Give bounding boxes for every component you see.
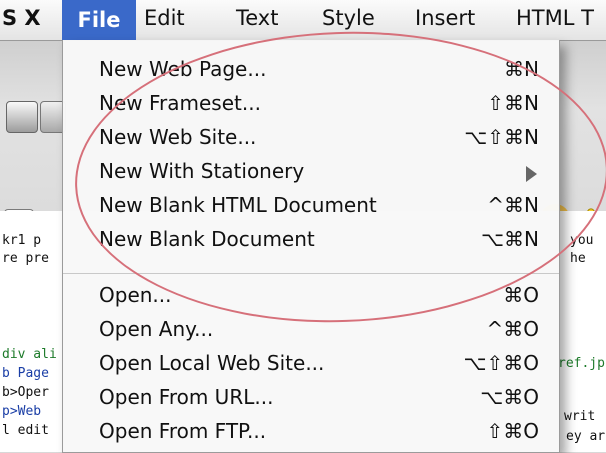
- menu-item-label: New With Stationery: [99, 159, 305, 183]
- code-line: you: [570, 233, 594, 248]
- menu-item-label: Open From URL...: [99, 385, 274, 409]
- menu-insert[interactable]: Insert: [415, 6, 475, 30]
- shortcut-label: ⌥⇧⌘N: [464, 125, 539, 149]
- shortcut-label: ⌥⌘N: [480, 227, 539, 251]
- menu-separator: [63, 273, 559, 274]
- menu-item-new-web-page[interactable]: New Web Page... ⌘N: [63, 54, 559, 88]
- menu-item-label: Open Local Web Site...: [99, 351, 325, 375]
- shortcut-label: ⌥⇧⌘O: [463, 351, 539, 375]
- menu-item-label: New Web Site...: [99, 125, 257, 149]
- code-line: ey ar: [566, 429, 606, 444]
- menu-item-label: Open...: [99, 283, 172, 307]
- shortcut-label: ^⌘O: [486, 317, 540, 341]
- menu-item-label: New Frameset...: [99, 91, 261, 115]
- menu-item-open-local-web-site[interactable]: Open Local Web Site... ⌥⇧⌘O: [63, 348, 559, 382]
- menu-item-new-web-site[interactable]: New Web Site... ⌥⇧⌘N: [63, 122, 559, 156]
- menu-style[interactable]: Style: [322, 6, 375, 30]
- menu-item-label: New Blank Document: [99, 227, 315, 251]
- menu-item-label: New Blank HTML Document: [99, 193, 377, 217]
- menu-item-label: Open Any...: [99, 317, 214, 341]
- submenu-arrow-icon: [526, 166, 537, 182]
- code-line: kr1 p: [2, 233, 42, 248]
- menu-item-new-blank-html-document[interactable]: New Blank HTML Document ^⌘N: [63, 190, 559, 224]
- menu-item-new-blank-document[interactable]: New Blank Document ⌥⌘N: [63, 224, 559, 258]
- menu-edit[interactable]: Edit: [144, 6, 185, 30]
- code-line: writ: [564, 409, 596, 424]
- menu-item-label: Open From FTP...: [99, 419, 267, 443]
- code-line: he: [570, 251, 586, 266]
- shortcut-label: ⇧⌘N: [487, 91, 539, 115]
- menu-item-label: New Web Page...: [99, 57, 267, 81]
- menu-item-open-any[interactable]: Open Any... ^⌘O: [63, 314, 559, 348]
- shortcut-label: ⇧⌘O: [486, 419, 540, 443]
- code-line: p>Web: [2, 404, 42, 419]
- menu-item-open[interactable]: Open... ⌘O: [63, 280, 559, 314]
- code-line: b Page: [2, 366, 49, 381]
- code-line: div ali: [2, 347, 57, 362]
- code-line: b>Oper: [2, 385, 49, 400]
- menu-bar: S X File Edit Text Style Insert HTML T: [0, 0, 606, 41]
- menu-item-open-from-ftp[interactable]: Open From FTP... ⇧⌘O: [63, 416, 559, 450]
- menu-item-new-frameset[interactable]: New Frameset... ⇧⌘N: [63, 88, 559, 122]
- menu-file[interactable]: File: [62, 0, 136, 40]
- file-menu-dropdown: New Web Page... ⌘N New Frameset... ⇧⌘N N…: [62, 40, 560, 453]
- shortcut-label: ⌘O: [503, 283, 539, 307]
- menu-app[interactable]: S X: [2, 6, 41, 30]
- code-line: ref.jp: [558, 356, 605, 371]
- save-icon[interactable]: [6, 101, 38, 133]
- shortcut-label: ⌥⌘O: [480, 385, 539, 409]
- menu-item-new-with-stationery[interactable]: New With Stationery: [63, 156, 559, 190]
- code-line: re pre: [2, 251, 49, 266]
- menu-html[interactable]: HTML T: [516, 6, 594, 30]
- code-line: l edit: [2, 423, 49, 438]
- menu-text[interactable]: Text: [236, 6, 278, 30]
- shortcut-label: ⌘N: [504, 57, 539, 81]
- shortcut-label: ^⌘N: [487, 193, 539, 217]
- menu-item-open-from-url[interactable]: Open From URL... ⌥⌘O: [63, 382, 559, 416]
